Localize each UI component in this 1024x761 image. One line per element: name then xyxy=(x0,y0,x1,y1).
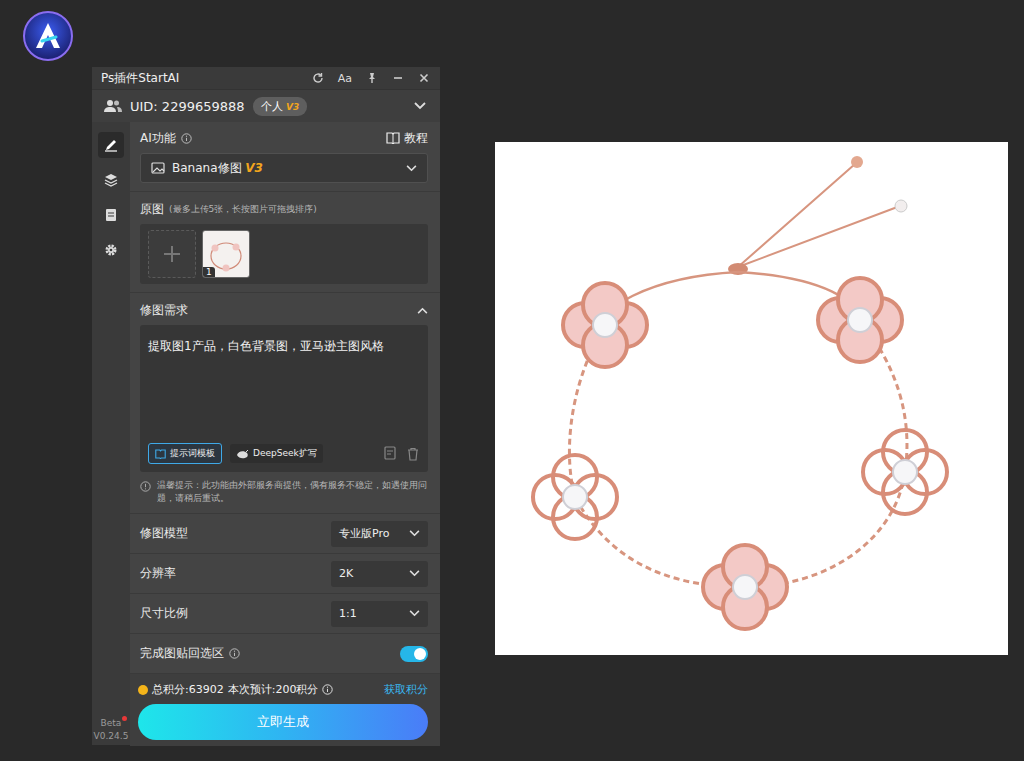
image-thumbnail[interactable]: 1 xyxy=(202,230,250,278)
notice-dot xyxy=(122,716,127,721)
settings-tab[interactable] xyxy=(98,237,124,263)
chevron-down-icon xyxy=(406,165,417,172)
coin-icon xyxy=(138,685,148,695)
whale-icon xyxy=(236,449,249,459)
get-points-link[interactable]: 获取积分 xyxy=(384,682,428,697)
notice-text: 温馨提示：此功能由外部服务商提供，偶有服务不稳定，如遇使用问题，请稍后重试。 xyxy=(140,479,428,505)
setting-select[interactable]: 2K xyxy=(331,561,428,587)
chevron-down-icon xyxy=(409,530,420,537)
version-label: V0.24.5 xyxy=(94,731,129,741)
setting-toggle[interactable] xyxy=(400,646,428,662)
prompt-template-button[interactable]: 提示词模板 xyxy=(148,443,222,464)
trash-icon[interactable] xyxy=(406,447,420,461)
info-icon[interactable] xyxy=(181,133,192,144)
ai-function-select[interactable]: Banana修图 V3 xyxy=(140,153,428,183)
window-title: Ps插件StartAI xyxy=(101,70,179,87)
setting-row: 修图模型 专业版Pro xyxy=(130,514,440,554)
add-image-button[interactable] xyxy=(148,230,196,278)
refresh-icon[interactable] xyxy=(312,72,324,84)
info-icon xyxy=(140,481,151,492)
plus-icon xyxy=(162,244,182,264)
book-icon xyxy=(155,449,166,459)
edit-tab[interactable] xyxy=(98,132,124,158)
close-icon[interactable] xyxy=(418,72,430,84)
setting-label: 尺寸比例 xyxy=(140,605,188,622)
pen-icon xyxy=(104,138,118,152)
requirement-input[interactable]: 提取图1产品，白色背景图，亚马逊主图风格 提示词模板 DeepSeek扩写 xyxy=(140,325,428,472)
setting-row: 完成图贴回选区 xyxy=(130,634,440,674)
document-tab[interactable] xyxy=(98,202,124,228)
side-rail: Beta V0.24.5 xyxy=(92,122,130,745)
pin-icon[interactable] xyxy=(366,72,378,84)
total-points: 总积分:63902 xyxy=(152,682,224,697)
plugin-panel: Ps插件StartAI Aa UID: 2299659888 个人 V3 Beta V0.… xyxy=(92,67,440,745)
requirement-label: 修图需求 xyxy=(140,302,188,319)
ai-function-label: AI功能 xyxy=(140,130,176,147)
setting-row: 尺寸比例 1:1 xyxy=(130,594,440,634)
setting-select[interactable]: 1:1 xyxy=(331,601,428,627)
estimated-points: 本次预计:200积分 xyxy=(228,682,319,697)
generate-button[interactable]: 立即生成 xyxy=(138,704,428,740)
startai-logo-icon[interactable] xyxy=(22,10,74,62)
document-icon xyxy=(104,208,118,222)
source-images-hint: (最多上传5张，长按图片可拖拽排序) xyxy=(169,203,317,216)
setting-row: 分辨率 2K xyxy=(130,554,440,594)
beta-label: Beta xyxy=(101,718,122,728)
desktop: Ps插件StartAI Aa UID: 2299659888 个人 V3 Beta V0.… xyxy=(0,0,1024,761)
setting-label: 修图模型 xyxy=(140,525,188,542)
source-images-label: 原图 xyxy=(140,201,164,218)
footer: 总积分:63902 本次预计:200积分 获取积分立即生成 xyxy=(130,674,440,746)
image-edit-icon xyxy=(151,162,165,174)
font-size-button[interactable]: Aa xyxy=(338,72,352,85)
image-index: 1 xyxy=(203,267,215,277)
title-bar: Ps插件StartAI Aa xyxy=(92,67,440,89)
info-icon[interactable] xyxy=(322,684,333,695)
save-prompt-icon[interactable] xyxy=(383,446,398,461)
deepseek-expand-button[interactable]: DeepSeek扩写 xyxy=(230,444,323,463)
users-icon xyxy=(104,99,122,113)
gear-icon xyxy=(104,243,118,257)
upload-area: 1 xyxy=(140,224,428,284)
account-row[interactable]: UID: 2299659888 个人 V3 xyxy=(92,89,440,122)
book-icon xyxy=(386,132,400,144)
minimize-icon[interactable] xyxy=(392,72,404,84)
toggle-knob xyxy=(414,648,426,660)
layers-icon xyxy=(104,173,118,187)
chevron-up-icon[interactable] xyxy=(417,307,428,314)
info-icon[interactable] xyxy=(229,648,240,659)
chevron-down-icon xyxy=(409,570,420,577)
bracelet-photo-icon xyxy=(495,142,1008,655)
setting-label: 分辨率 xyxy=(140,565,176,582)
product-photo xyxy=(495,142,1008,655)
setting-select[interactable]: 专业版Pro xyxy=(331,521,428,547)
chevron-down-icon xyxy=(409,610,420,617)
setting-label: 完成图贴回选区 xyxy=(140,645,224,662)
chevron-down-icon[interactable] xyxy=(414,102,426,110)
uid-label: UID: 2299659888 xyxy=(130,99,245,114)
tutorial-link[interactable]: 教程 xyxy=(386,130,428,147)
layers-tab[interactable] xyxy=(98,167,124,193)
plan-badge: 个人 V3 xyxy=(253,97,308,116)
